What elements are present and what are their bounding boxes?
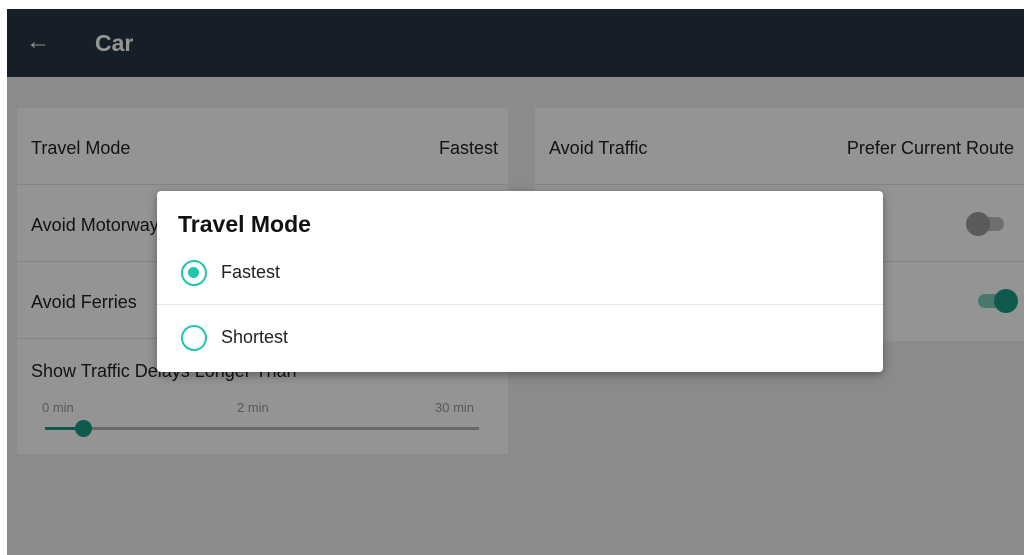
radio-button-unselected[interactable] xyxy=(181,325,207,351)
dialog-title: Travel Mode xyxy=(178,211,311,237)
option-shortest[interactable]: Shortest xyxy=(157,312,883,364)
option-label: Shortest xyxy=(221,327,289,347)
travel-mode-dialog: Travel Mode Fastest Shortest xyxy=(157,191,883,372)
radio-dot xyxy=(188,267,199,278)
radio-button-selected[interactable] xyxy=(181,260,207,286)
divider xyxy=(157,304,883,305)
option-label: Fastest xyxy=(221,262,281,282)
screen: ← Car Travel Mode Fastest Avoid Motorway… xyxy=(7,9,1024,555)
option-fastest[interactable]: Fastest xyxy=(157,247,883,299)
